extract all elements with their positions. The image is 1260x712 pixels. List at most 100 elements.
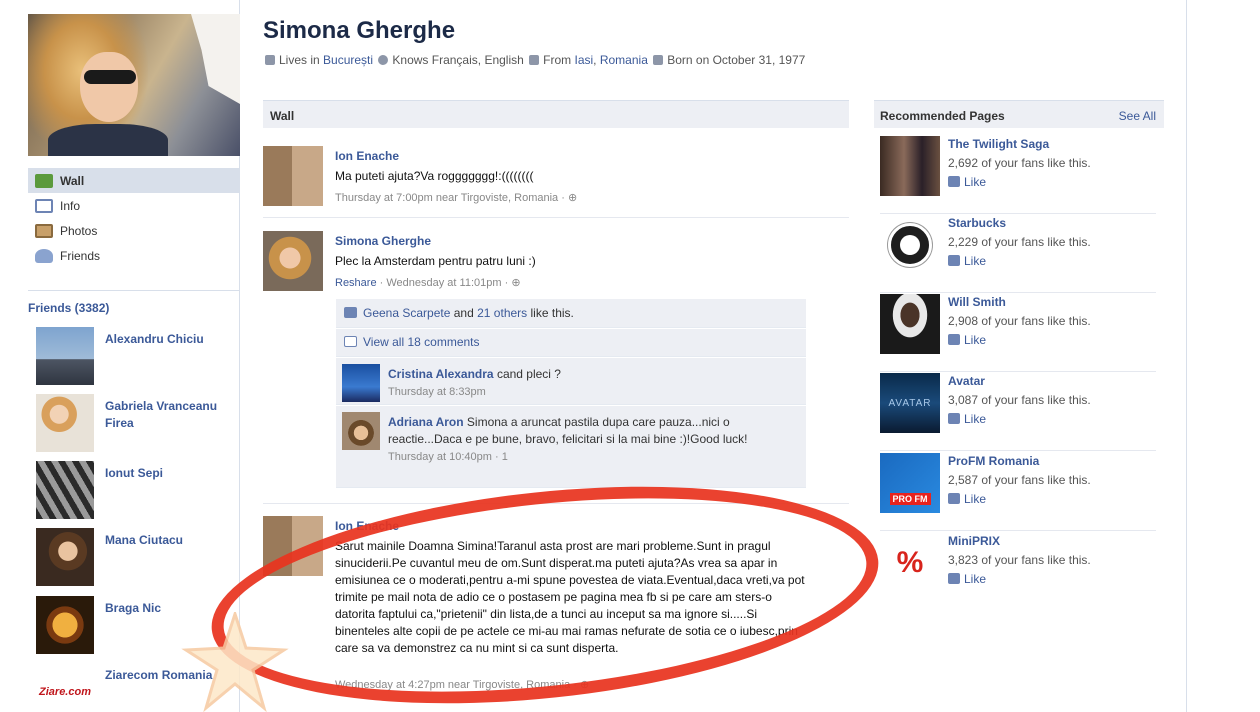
- friend-item[interactable]: Mana Ciutacu: [36, 528, 236, 588]
- nav-item-label: Friends: [60, 248, 101, 263]
- comment-timestamp[interactable]: Thursday at 8:33pm: [388, 386, 486, 398]
- wall-header: Wall: [263, 100, 849, 128]
- friends-header[interactable]: Friends (3382): [28, 290, 239, 315]
- likes-and: and: [453, 306, 474, 320]
- recommended-pages-title: Recommended Pages: [880, 109, 1005, 123]
- post-meta: Wednesday at 4:27pm near Tirgoviste, Rom…: [335, 678, 589, 691]
- see-all-link[interactable]: See All: [1119, 109, 1156, 123]
- post-divider: [263, 217, 849, 218]
- friend-item[interactable]: Ionut Sepi: [36, 461, 236, 521]
- privacy-globe-icon: ⊕: [511, 277, 521, 289]
- page-like-button[interactable]: Like: [948, 333, 986, 347]
- recommended-page-item: Starbucks 2,229 of your fans like this. …: [880, 215, 1156, 293]
- page-thumbnail[interactable]: [880, 215, 940, 275]
- page-thumbnail[interactable]: AVATAR: [880, 373, 940, 433]
- page-like-button[interactable]: Like: [948, 254, 986, 268]
- view-all-comments-link[interactable]: View all 18 comments: [363, 335, 480, 349]
- friend-avatar[interactable]: [36, 596, 94, 654]
- post-author-avatar[interactable]: [263, 516, 323, 576]
- page-like-button[interactable]: Like: [948, 572, 986, 586]
- from-city-link[interactable]: Iasi: [574, 53, 593, 67]
- comment-author-avatar[interactable]: [342, 412, 380, 450]
- likes-others-link[interactable]: 21 others: [477, 306, 527, 320]
- post-author[interactable]: Ion Enache: [335, 519, 399, 533]
- page-name[interactable]: Will Smith: [948, 295, 1006, 309]
- friend-item[interactable]: Gabriela Vranceanu Firea: [36, 394, 236, 454]
- post-author[interactable]: Ion Enache: [335, 149, 399, 163]
- view-all-comments-bar[interactable]: View all 18 comments: [336, 329, 806, 357]
- comment-text: cand pleci ?: [496, 367, 561, 381]
- friend-item[interactable]: Alexandru Chiciu: [36, 327, 236, 387]
- friend-item[interactable]: Braga Nic: [36, 596, 236, 656]
- post-divider: [263, 503, 849, 504]
- page-name[interactable]: The Twilight Saga: [948, 137, 1049, 151]
- profile-picture[interactable]: [28, 14, 240, 156]
- nav-item-photos[interactable]: Photos: [28, 218, 239, 243]
- nav-item-label: Photos: [60, 223, 98, 238]
- page-like-button[interactable]: Like: [948, 492, 986, 506]
- post-author-avatar[interactable]: [263, 231, 323, 291]
- page-name[interactable]: MiniPRIX: [948, 534, 1000, 548]
- post-timestamp[interactable]: Thursday at 7:00pm near Tirgoviste, Roma…: [335, 192, 565, 204]
- nav-item-wall[interactable]: Wall: [28, 168, 239, 193]
- page-fans: 3,087 of your fans like this.: [948, 393, 1091, 407]
- friend-avatar[interactable]: [36, 327, 94, 385]
- friend-avatar[interactable]: [36, 528, 94, 586]
- page-thumbnail[interactable]: %: [880, 533, 940, 593]
- nav-item-label: Wall: [60, 173, 85, 188]
- post-timestamp[interactable]: Wednesday at 4:27pm near Tirgoviste, Rom…: [335, 679, 577, 691]
- page-name[interactable]: Avatar: [948, 374, 985, 388]
- page-like-button[interactable]: Like: [948, 175, 986, 189]
- comment: Adriana Aron Simona a aruncat pastila du…: [336, 406, 806, 488]
- nav-item-info[interactable]: Info: [28, 193, 239, 218]
- friend-avatar[interactable]: Ziare.com: [36, 663, 94, 712]
- friend-avatar[interactable]: [36, 461, 94, 519]
- friend-avatar[interactable]: [36, 394, 94, 452]
- from-label: From: [543, 53, 572, 67]
- post-author[interactable]: Simona Gherghe: [335, 234, 431, 248]
- friend-name[interactable]: Alexandru Chiciu: [105, 331, 235, 348]
- ziare-logo-text: Ziare.com: [39, 686, 91, 698]
- friend-name[interactable]: Ziarecom Romania: [105, 667, 235, 684]
- wall-post: Ion Enache Ma puteti ajuta?Va roggggggg!…: [263, 146, 849, 216]
- comment-author[interactable]: Adriana Aron: [388, 415, 464, 429]
- thumbs-up-icon: [948, 573, 960, 584]
- thumbs-up-icon: [344, 307, 357, 318]
- like-label: Like: [964, 572, 987, 586]
- page-like-button[interactable]: Like: [948, 412, 986, 426]
- nav-item-friends[interactable]: Friends: [28, 243, 239, 268]
- profile-name: Simona Gherghe: [263, 17, 456, 44]
- like-label: Like: [964, 254, 987, 268]
- friend-name[interactable]: Gabriela Vranceanu Firea: [105, 398, 235, 432]
- profile-nav: Wall Info Photos Friends: [28, 168, 239, 268]
- friend-item[interactable]: Ziare.com Ziarecom Romania: [36, 663, 236, 712]
- comment-author-avatar[interactable]: [342, 364, 380, 402]
- like-label: Like: [964, 492, 987, 506]
- page-name[interactable]: ProFM Romania: [948, 454, 1039, 468]
- avatar-logo-text: AVATAR: [888, 397, 932, 409]
- thumbs-up-icon: [948, 334, 960, 345]
- comment-timestamp[interactable]: Thursday at 10:40pm · 1: [388, 451, 508, 463]
- reshare-link[interactable]: Reshare: [335, 277, 377, 289]
- post-timestamp[interactable]: · Wednesday at 11:01pm ·: [377, 277, 509, 289]
- from-country-link[interactable]: Romania: [600, 53, 648, 67]
- recommended-page-item: Will Smith 2,908 of your fans like this.…: [880, 294, 1156, 372]
- miniprix-logo-text: %: [896, 546, 924, 579]
- post-meta: Thursday at 7:00pm near Tirgoviste, Roma…: [335, 191, 577, 204]
- page-thumbnail[interactable]: [880, 136, 940, 196]
- friend-name[interactable]: Braga Nic: [105, 600, 235, 617]
- post-author-avatar[interactable]: [263, 146, 323, 206]
- home-icon: [529, 55, 540, 65]
- privacy-globe-icon: ⊕: [567, 192, 578, 204]
- starbucks-logo-icon: [888, 223, 932, 267]
- page-thumbnail[interactable]: [880, 294, 940, 354]
- page-name[interactable]: Starbucks: [948, 216, 1006, 230]
- comment-author[interactable]: Cristina Alexandra: [388, 367, 494, 381]
- friend-name[interactable]: Mana Ciutacu: [105, 532, 235, 549]
- page-thumbnail[interactable]: PRO FM: [880, 453, 940, 513]
- liker-name-link[interactable]: Geena Scarpete: [363, 306, 450, 320]
- comment-body: Cristina Alexandra cand pleci ? Thursday…: [388, 366, 798, 401]
- lives-in-link[interactable]: București: [323, 53, 373, 67]
- info-icon: [35, 198, 53, 213]
- friend-name[interactable]: Ionut Sepi: [105, 465, 235, 482]
